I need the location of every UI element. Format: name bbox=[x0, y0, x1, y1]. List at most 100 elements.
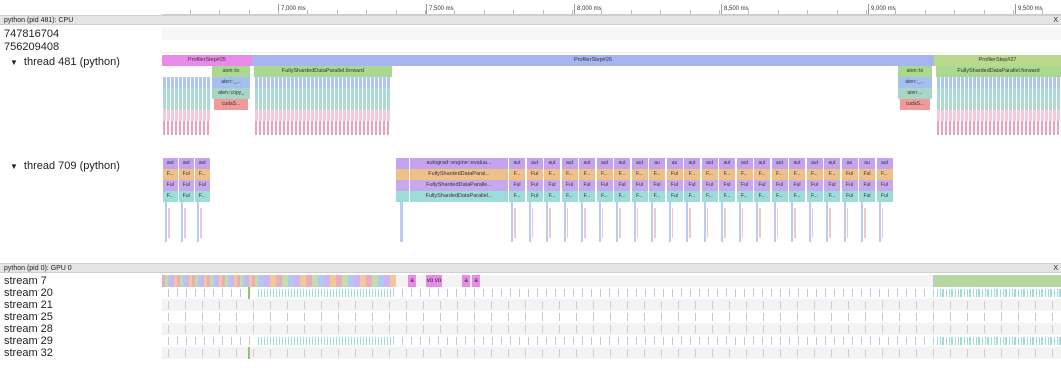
kernel-slice[interactable] bbox=[985, 99, 988, 110]
kernel-slice[interactable] bbox=[949, 77, 952, 88]
slice-mini[interactable]: aut bbox=[179, 158, 194, 169]
kernel-slice[interactable] bbox=[1057, 88, 1060, 99]
slice-mini[interactable]: F... bbox=[649, 191, 665, 202]
kernel-slice[interactable] bbox=[360, 289, 361, 297]
kernel-slice[interactable] bbox=[861, 337, 862, 345]
slice-mini[interactable]: F... bbox=[719, 169, 735, 180]
kernel-slice[interactable] bbox=[609, 289, 610, 297]
kernel-slice[interactable] bbox=[327, 77, 330, 88]
kernel-slice[interactable] bbox=[937, 289, 938, 297]
slice-mini[interactable]: au bbox=[649, 158, 665, 169]
kernel-slice[interactable] bbox=[335, 88, 338, 99]
kernel-slice[interactable] bbox=[982, 337, 983, 345]
kernel-slice[interactable] bbox=[508, 301, 509, 309]
kernel-slice[interactable] bbox=[982, 289, 983, 297]
kernel-slice[interactable] bbox=[1045, 99, 1048, 110]
kernel-slice[interactable] bbox=[1053, 99, 1056, 110]
slice-mini[interactable] bbox=[531, 208, 533, 238]
slice-mini[interactable]: F... bbox=[631, 169, 648, 180]
kernel-slice[interactable] bbox=[323, 110, 326, 121]
kernel-slice[interactable] bbox=[183, 77, 186, 88]
kernel-slice[interactable] bbox=[279, 99, 282, 110]
kernel-slice[interactable] bbox=[729, 301, 730, 309]
kernel-slice[interactable] bbox=[542, 301, 543, 309]
kernel-slice[interactable] bbox=[267, 110, 270, 121]
slice-mini[interactable]: Ful bbox=[666, 169, 683, 180]
kernel-slice[interactable] bbox=[287, 325, 288, 333]
kernel-slice[interactable] bbox=[389, 313, 390, 321]
kernel-slice[interactable] bbox=[375, 99, 378, 110]
kernel-slice[interactable] bbox=[474, 337, 475, 345]
kernel-slice[interactable] bbox=[970, 289, 971, 297]
kernel-slice[interactable] bbox=[207, 110, 210, 121]
kernel-slice[interactable] bbox=[275, 99, 278, 110]
kernel-slice[interactable] bbox=[1005, 77, 1008, 88]
kernel-slice[interactable] bbox=[1053, 110, 1056, 121]
kernel-slice[interactable] bbox=[338, 349, 339, 357]
kernel-slice[interactable] bbox=[321, 337, 322, 345]
kernel-slice[interactable] bbox=[179, 121, 181, 135]
slice-mini[interactable] bbox=[619, 208, 621, 238]
kernel-slice[interactable] bbox=[546, 289, 547, 297]
slice-mini[interactable]: Ful bbox=[666, 191, 683, 202]
kernel-slice[interactable] bbox=[279, 77, 282, 88]
kernel-slice[interactable] bbox=[1052, 325, 1053, 333]
kernel-slice[interactable] bbox=[636, 289, 637, 297]
kernel-slice[interactable] bbox=[389, 325, 390, 333]
kernel-slice[interactable] bbox=[303, 77, 306, 88]
kernel-slice[interactable] bbox=[357, 289, 358, 297]
kernel-slice[interactable] bbox=[300, 275, 306, 287]
kernel-slice[interactable] bbox=[390, 337, 391, 345]
kernel-slice[interactable] bbox=[1001, 325, 1002, 333]
kernel-slice[interactable] bbox=[291, 289, 292, 297]
kernel-slice[interactable] bbox=[989, 110, 992, 121]
slice-mini[interactable]: aut bbox=[579, 158, 595, 169]
kernel-slice[interactable] bbox=[861, 289, 862, 297]
kernel-slice[interactable] bbox=[387, 289, 388, 297]
kernel-slice[interactable] bbox=[379, 121, 381, 135]
kernel-slice[interactable] bbox=[267, 121, 269, 135]
kernel-slice[interactable] bbox=[870, 337, 871, 345]
kernel-slice[interactable] bbox=[949, 110, 952, 121]
kernel-slice[interactable] bbox=[387, 99, 390, 110]
kernel-slice[interactable] bbox=[167, 121, 169, 135]
slice-mini[interactable] bbox=[846, 208, 848, 238]
kernel-slice[interactable] bbox=[363, 99, 366, 110]
kernel-slice[interactable] bbox=[312, 337, 313, 345]
kernel-slice[interactable] bbox=[654, 289, 655, 297]
kernel-slice[interactable] bbox=[1025, 110, 1028, 121]
slice-mini[interactable]: F... bbox=[649, 169, 665, 180]
kernel-slice[interactable] bbox=[324, 337, 325, 345]
kernel-slice[interactable] bbox=[600, 337, 601, 345]
kernel-slice[interactable] bbox=[323, 121, 325, 135]
kernel-slice[interactable] bbox=[491, 349, 492, 357]
kernel-slice[interactable] bbox=[330, 275, 336, 287]
slice-fsdp[interactable]: FullyShardedDataParalle... bbox=[410, 180, 508, 191]
kernel-slice[interactable] bbox=[258, 275, 264, 287]
kernel-slice[interactable] bbox=[695, 313, 696, 321]
kernel-slice[interactable] bbox=[465, 289, 466, 297]
kernel-slice[interactable] bbox=[287, 121, 289, 135]
kernel-slice[interactable] bbox=[1018, 337, 1019, 345]
slice-mini[interactable] bbox=[563, 202, 566, 242]
kernel-slice[interactable] bbox=[729, 313, 730, 321]
kernel-slice[interactable] bbox=[203, 121, 205, 135]
kernel-slice[interactable] bbox=[411, 337, 412, 345]
kernel-slice[interactable] bbox=[168, 289, 169, 297]
slice-mini[interactable]: aut bbox=[876, 158, 893, 169]
kernel-slice[interactable] bbox=[299, 121, 301, 135]
kernel-slice[interactable] bbox=[1001, 77, 1004, 88]
kernel-slice[interactable] bbox=[1052, 349, 1053, 357]
slice-mini[interactable] bbox=[581, 202, 583, 242]
kernel-slice[interactable] bbox=[330, 337, 331, 345]
kernel-slice[interactable] bbox=[187, 110, 190, 121]
kernel-slice[interactable] bbox=[916, 349, 917, 357]
slice-mini[interactable]: F... bbox=[544, 169, 560, 180]
kernel-slice[interactable] bbox=[961, 88, 964, 99]
kernel-slice[interactable] bbox=[267, 99, 270, 110]
kernel-slice[interactable] bbox=[343, 110, 346, 121]
slice-mini[interactable]: F... bbox=[614, 169, 630, 180]
kernel-slice[interactable] bbox=[1000, 337, 1001, 345]
kernel-slice[interactable] bbox=[163, 77, 166, 88]
kernel-slice[interactable] bbox=[311, 77, 314, 88]
